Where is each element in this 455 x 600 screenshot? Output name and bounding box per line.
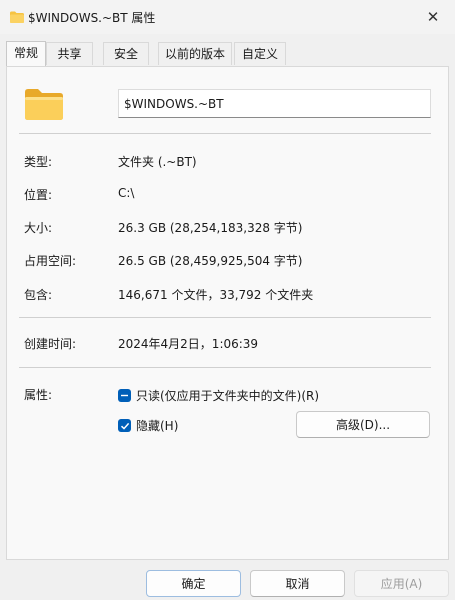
apply-button[interactable]: 应用(A) <box>354 570 449 597</box>
close-button[interactable]: ✕ <box>411 0 455 34</box>
title-bar: $WINDOWS.~BT 属性 ✕ <box>0 0 455 34</box>
ok-button[interactable]: 确定 <box>146 570 241 597</box>
size-on-disk-value: 26.5 GB (28,459,925,504 字节) <box>118 254 303 268</box>
created-label: 创建时间: <box>24 337 77 351</box>
size-on-disk-label: 占用空间: <box>24 254 77 268</box>
large-folder-icon <box>25 88 63 123</box>
checkmark-icon <box>120 422 129 430</box>
contains-value: 146,671 个文件，33,792 个文件夹 <box>118 288 314 302</box>
divider <box>19 367 431 368</box>
divider <box>19 317 431 318</box>
window-title: $WINDOWS.~BT 属性 <box>28 11 156 25</box>
tab-general[interactable]: 常规 <box>6 41 46 66</box>
hidden-label[interactable]: 隐藏(H) <box>136 417 178 434</box>
location-value: C:\ <box>118 186 135 200</box>
size-label: 大小: <box>24 221 53 235</box>
readonly-label[interactable]: 只读(仅应用于文件夹中的文件)(R) <box>136 387 319 404</box>
divider <box>19 133 431 134</box>
tab-customize[interactable]: 自定义 <box>234 42 286 65</box>
hidden-checkbox[interactable] <box>118 419 131 432</box>
location-label: 位置: <box>24 188 53 202</box>
size-value: 26.3 GB (28,254,183,328 字节) <box>118 221 303 235</box>
tab-security[interactable]: 安全 <box>103 42 149 65</box>
folder-name-input[interactable] <box>118 89 431 118</box>
dialog-buttons: 确定 取消 应用(A) <box>0 560 455 600</box>
contains-label: 包含: <box>24 288 53 302</box>
tab-previous-versions[interactable]: 以前的版本 <box>158 42 232 65</box>
advanced-button[interactable]: 高级(D)... <box>296 411 430 438</box>
readonly-checkbox[interactable] <box>118 389 131 402</box>
type-label: 类型: <box>24 155 53 169</box>
tab-sharing[interactable]: 共享 <box>46 42 93 65</box>
created-value: 2024年4月2日，1:06:39 <box>118 337 259 351</box>
attributes-label: 属性: <box>24 388 53 402</box>
cancel-button[interactable]: 取消 <box>250 570 345 597</box>
type-value: 文件夹 (.~BT) <box>118 155 197 169</box>
folder-icon <box>10 11 24 26</box>
indeterminate-icon <box>121 394 128 397</box>
general-panel: 类型: 文件夹 (.~BT) 位置: C:\ 大小: 26.3 GB (28,2… <box>6 66 449 560</box>
close-icon: ✕ <box>426 8 440 26</box>
